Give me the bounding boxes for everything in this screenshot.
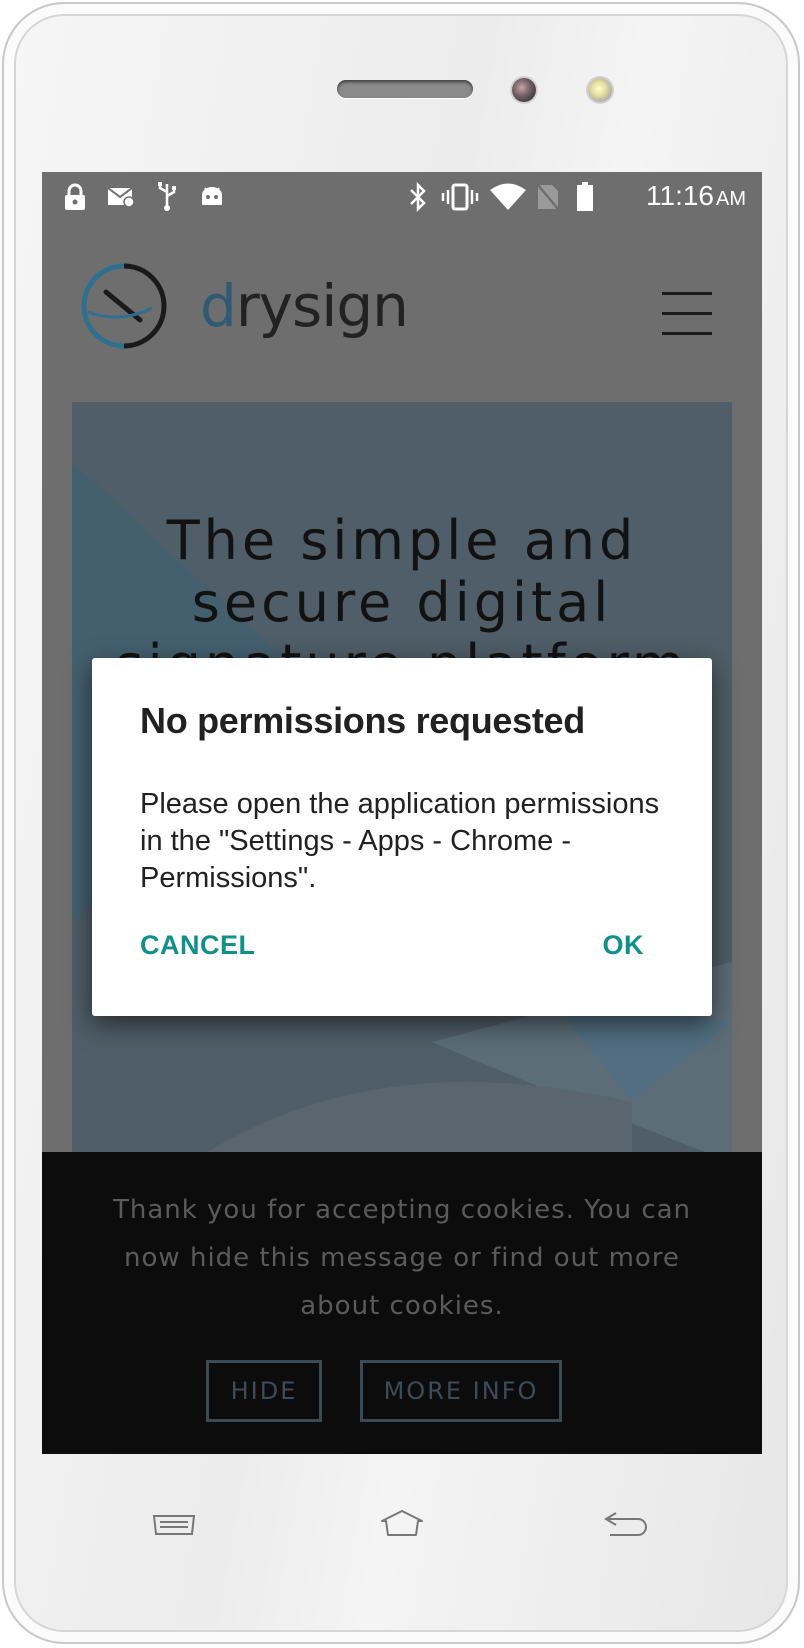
time-value: 11:16 (646, 180, 714, 211)
more-info-button[interactable]: MORE INFO (360, 1360, 562, 1422)
android-debug-icon (198, 182, 226, 212)
logo-prefix: d (200, 272, 237, 340)
dialog-message: Please open the application permissions … (140, 788, 660, 894)
wifi-icon (488, 182, 528, 212)
proximity-sensor (588, 78, 612, 102)
vibrate-icon (440, 182, 480, 212)
logo-rest: rysign (235, 272, 409, 340)
front-camera (512, 78, 536, 102)
cookie-message: Thank you for accepting cookies. You can… (112, 1195, 692, 1321)
bluetooth-icon (406, 182, 430, 212)
back-icon[interactable] (596, 1500, 656, 1548)
cancel-button[interactable]: CANCEL (140, 930, 256, 961)
lock-icon (62, 182, 88, 212)
drysign-logo-text[interactable]: drysign (200, 272, 409, 340)
time-ampm: AM (716, 188, 746, 210)
status-time: 11:16 AM (646, 180, 746, 212)
dialog-title: No permissions requested (140, 700, 585, 741)
mail-settings-icon (106, 182, 136, 212)
ok-button[interactable]: OK (603, 930, 645, 961)
navigation-bar (0, 1500, 804, 1580)
home-icon[interactable] (372, 1500, 432, 1548)
drysign-logo-icon[interactable] (80, 262, 168, 350)
earpiece-speaker (337, 80, 473, 98)
hamburger-menu-icon[interactable] (662, 292, 714, 336)
site-header: drysign (42, 222, 762, 392)
no-sim-icon (534, 182, 562, 212)
hide-cookies-button[interactable]: HIDE (206, 1360, 322, 1422)
usb-icon (154, 182, 180, 212)
permissions-dialog: No permissions requested Please open the… (92, 658, 712, 1016)
battery-icon (574, 182, 596, 212)
status-bar: 11:16 AM (42, 172, 762, 222)
recents-icon[interactable] (144, 1500, 204, 1548)
cookie-banner: Thank you for accepting cookies. You can… (42, 1152, 762, 1454)
